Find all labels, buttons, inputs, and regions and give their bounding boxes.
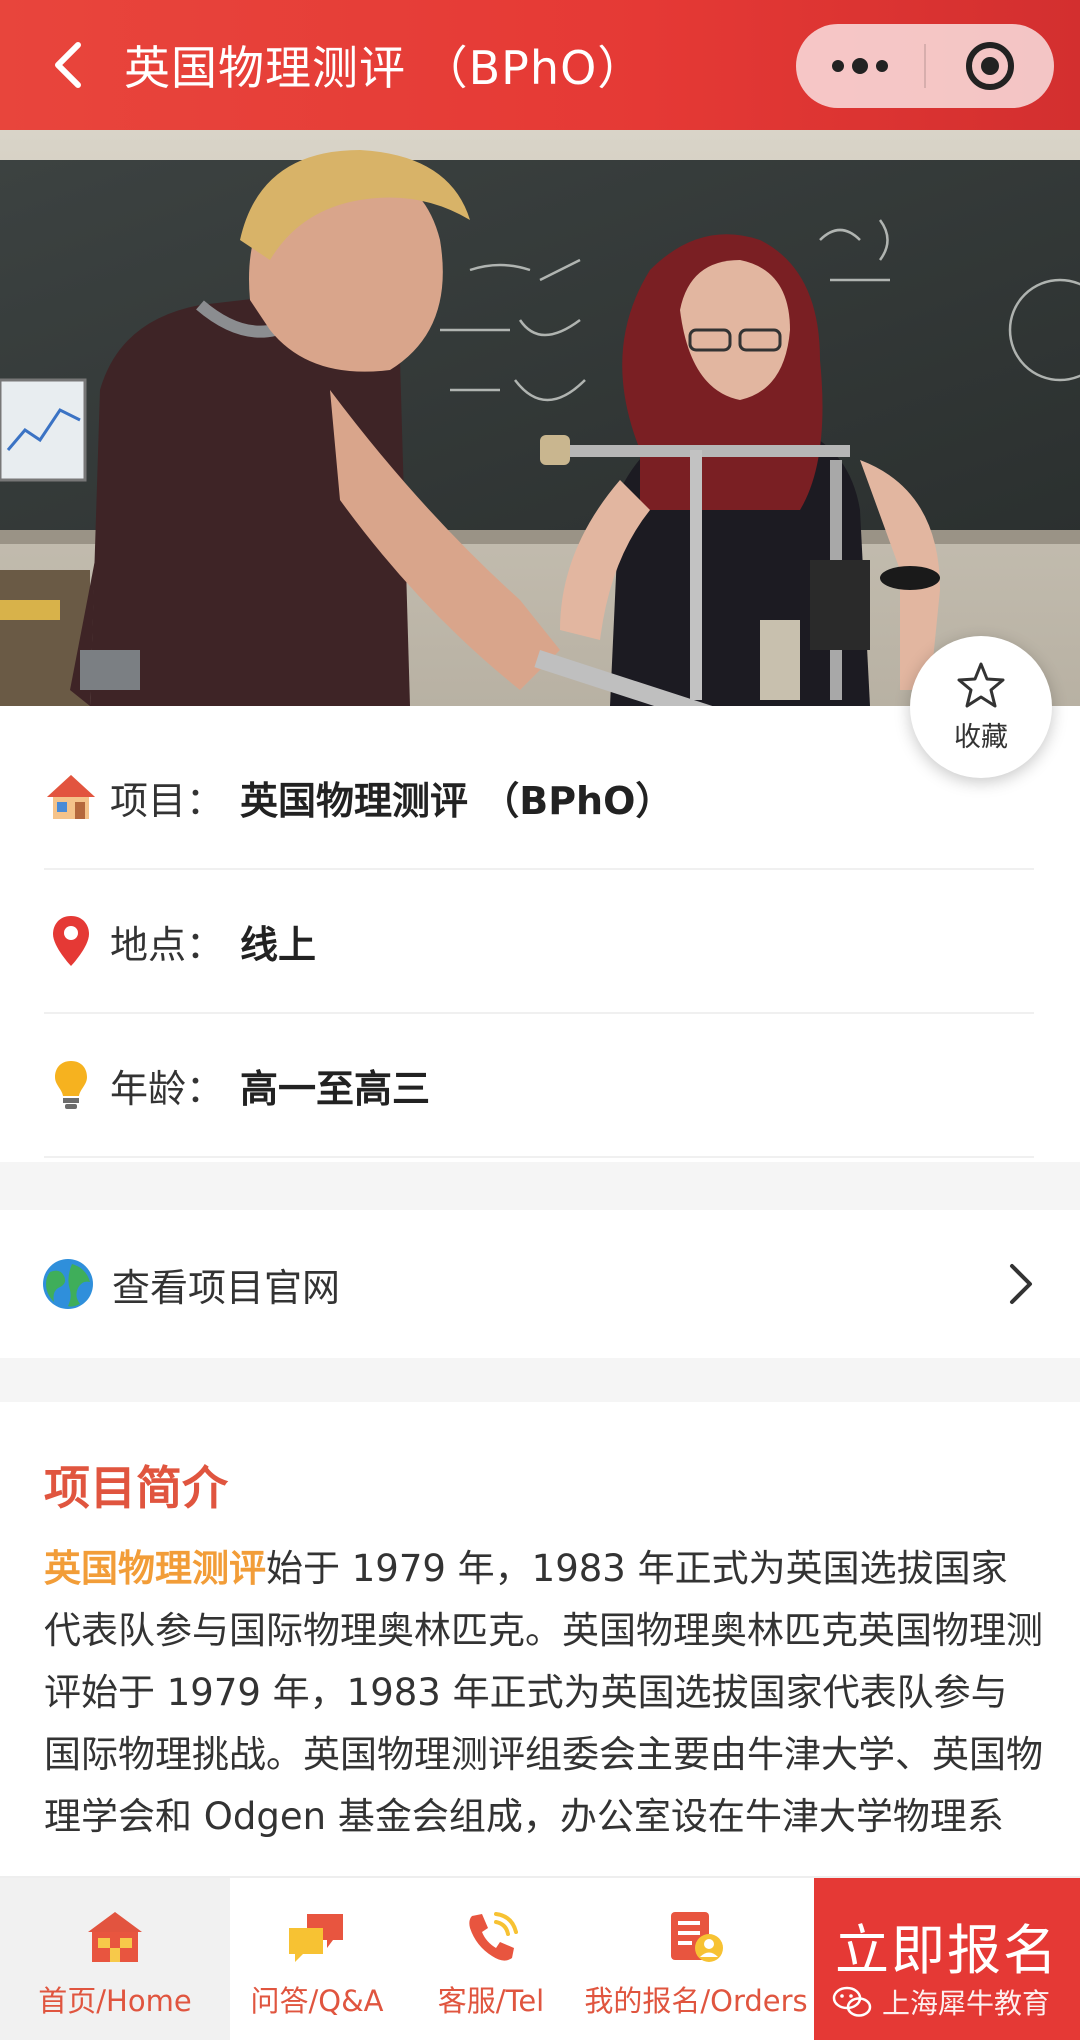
location-label: 地点： <box>110 922 225 967</box>
tab-qa[interactable]: 问答/Q&A <box>230 1878 404 2040</box>
bottom-tab-bar: 首页/Home 问答/Q&A 客服/Tel 我的报名/Orders 立即报名 上… <box>0 1876 1080 2040</box>
project-label: 项目： <box>110 778 225 823</box>
project-value: 英国物理测评 （BPhO） <box>240 778 674 823</box>
chat-bubbles-icon <box>289 1914 343 1962</box>
tab-orders-label: 我的报名/Orders <box>584 1984 808 2018</box>
location-value: 线上 <box>240 922 317 967</box>
hero-image <box>0 130 1080 706</box>
website-label: 查看项目官网 <box>112 1265 341 1310</box>
signup-now-button[interactable]: 立即报名 上海犀牛教育 <box>814 1878 1080 2040</box>
more-button[interactable] <box>796 24 924 108</box>
info-row-age: 年龄： 高一至高三 <box>44 1014 1034 1158</box>
watermark: 上海犀牛教育 <box>832 1982 1050 2022</box>
page-title: 英国物理测评 （BPhO） <box>124 41 645 95</box>
tab-orders[interactable]: 我的报名/Orders <box>578 1878 814 2040</box>
project-info-card: 项目： 英国物理测评 （BPhO） 地点： 线上 年龄： 高一至高三 <box>0 706 1080 1162</box>
intro-body: 始于 1979 年，1983 年正式为英国选拔国家代表队参与国际物理奥林匹克。英… <box>44 1547 1043 1838</box>
age-label: 年龄： <box>110 1066 225 1111</box>
house-icon <box>44 770 98 824</box>
signup-label: 立即报名 <box>835 1919 1059 1982</box>
more-dots-icon <box>832 58 888 74</box>
home-icon <box>88 1912 142 1962</box>
tab-qa-label: 问答/Q&A <box>250 1984 384 2018</box>
info-row-location: 地点： 线上 <box>44 870 1034 1014</box>
watermark-text: 上海犀牛教育 <box>882 1987 1051 2020</box>
top-nav-bar: 英国物理测评 （BPhO） <box>0 0 1080 130</box>
official-website-link[interactable]: 查看项目官网 <box>0 1210 1080 1358</box>
star-icon <box>957 662 1005 707</box>
project-intro-section: 项目简介 英国物理测评始于 1979 年，1983 年正式为英国选拔国家代表队参… <box>0 1402 1080 1902</box>
intro-title: 项目简介 <box>44 1461 228 1515</box>
intro-text: 英国物理测评始于 1979 年，1983 年正式为英国选拔国家代表队参与国际物理… <box>44 1538 1044 1848</box>
tab-home[interactable]: 首页/Home <box>0 1878 230 2040</box>
globe-icon <box>43 1259 93 1309</box>
phone-icon <box>469 1912 518 1961</box>
wechat-icon <box>832 1986 872 2017</box>
favorite-button[interactable]: 收藏 <box>910 636 1052 778</box>
close-button[interactable] <box>926 24 1054 108</box>
tab-home-label: 首页/Home <box>38 1984 192 2018</box>
back-arrow-icon <box>55 42 81 88</box>
favorite-label: 收藏 <box>954 721 1008 753</box>
chevron-right-icon <box>1010 1264 1032 1304</box>
age-value: 高一至高三 <box>240 1066 431 1111</box>
info-row-project: 项目： 英国物理测评 （BPhO） <box>44 726 1034 870</box>
target-close-icon <box>966 42 1014 90</box>
tab-tel[interactable]: 客服/Tel <box>404 1878 578 2040</box>
tab-tel-label: 客服/Tel <box>437 1984 545 2018</box>
lightbulb-icon <box>44 1058 98 1112</box>
back-button[interactable] <box>40 37 96 93</box>
mini-program-capsule <box>796 24 1054 108</box>
checklist-user-icon <box>671 1912 723 1962</box>
intro-highlight: 英国物理测评 <box>44 1547 266 1590</box>
location-pin-icon <box>44 914 98 968</box>
